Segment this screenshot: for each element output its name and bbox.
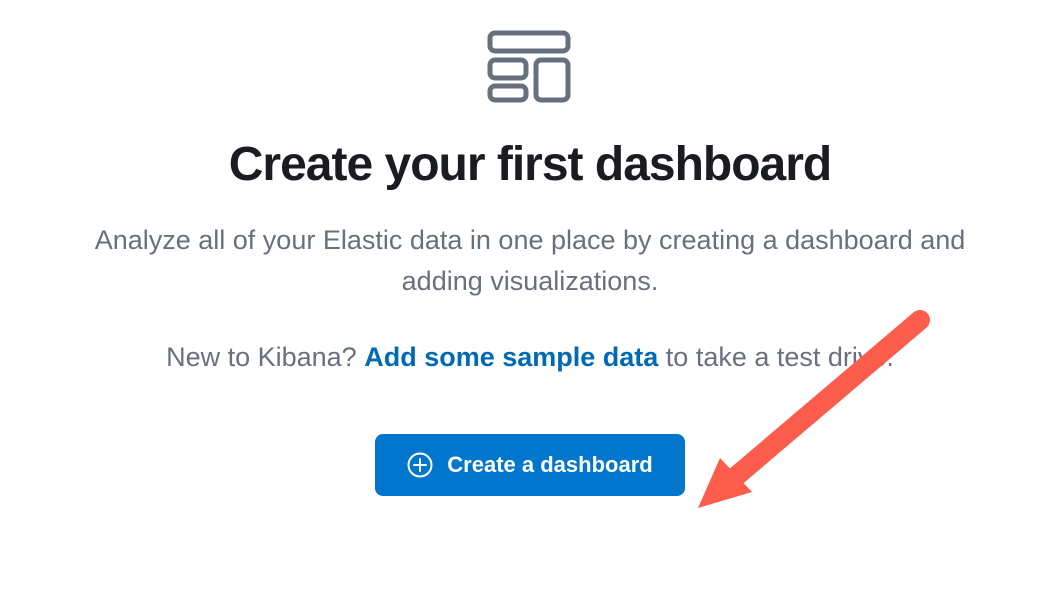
page-title: Create your first dashboard — [229, 137, 831, 192]
create-dashboard-button[interactable]: Create a dashboard — [375, 434, 684, 496]
subtext-prefix: New to Kibana? — [166, 342, 364, 372]
dashboard-icon — [485, 30, 575, 109]
plus-circle-icon — [407, 452, 433, 478]
subtext-line: New to Kibana? Add some sample data to t… — [166, 337, 894, 378]
create-dashboard-button-label: Create a dashboard — [447, 452, 652, 478]
subtext-suffix: to take a test drive. — [658, 342, 894, 372]
add-sample-data-link[interactable]: Add some sample data — [364, 342, 658, 372]
description-text: Analyze all of your Elastic data in one … — [80, 220, 980, 301]
